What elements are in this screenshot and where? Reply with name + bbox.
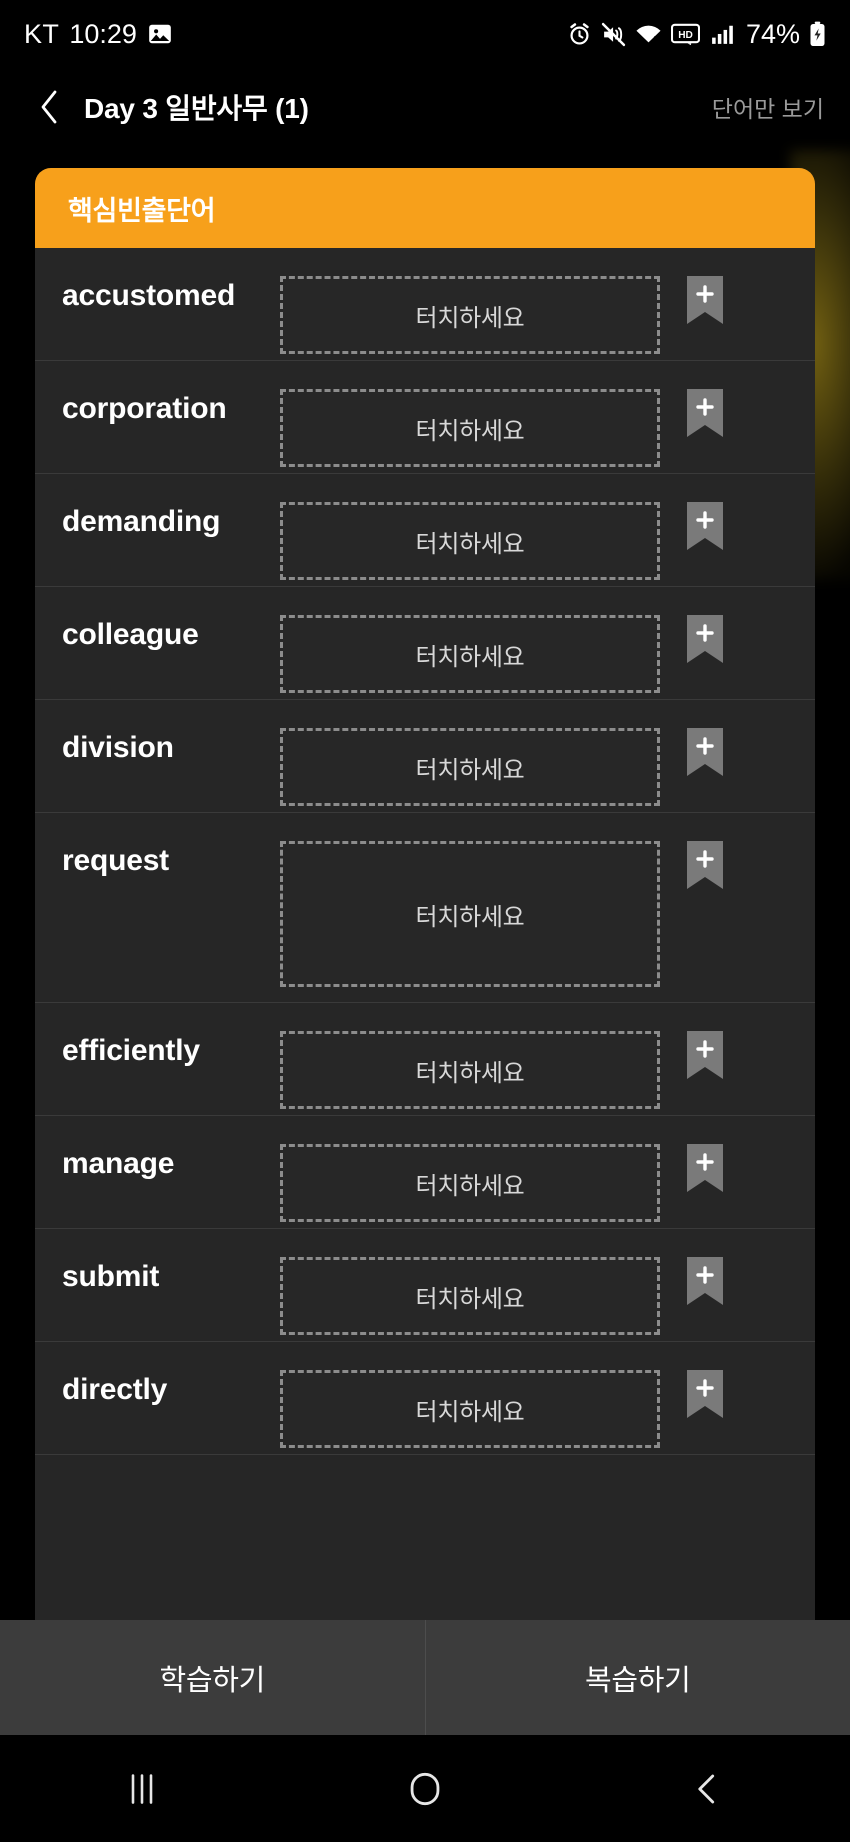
bookmark-add-icon[interactable]	[687, 502, 723, 550]
reveal-hint-label: 터치하세요	[415, 417, 525, 445]
reveal-meaning-box[interactable]: 터치하세요	[280, 841, 660, 987]
word-label: accustomed	[62, 279, 236, 312]
table-row: colleague 터치하세요	[35, 587, 815, 700]
reveal-hint-label: 터치하세요	[415, 304, 525, 332]
table-row: corporation 터치하세요	[35, 361, 815, 474]
status-bar-left: KT 10:29	[24, 19, 173, 50]
reveal-meaning-box[interactable]: 터치하세요	[280, 615, 660, 693]
table-row: manage 터치하세요	[35, 1116, 815, 1229]
word-label: request	[62, 844, 169, 877]
status-bar-right: HD 74%	[567, 19, 826, 50]
bookmark-add-icon[interactable]	[687, 841, 723, 889]
word-label: efficiently	[62, 1034, 200, 1067]
cellular-signal-icon	[709, 22, 735, 47]
reveal-hint-label: 터치하세요	[415, 1285, 525, 1313]
word-label: directly	[62, 1373, 168, 1406]
word-list-card: 핵심빈출단어 accustomed 터치하세요 corporation 터치하세요 de…	[35, 168, 815, 1620]
bookmark-add-icon[interactable]	[687, 1257, 723, 1305]
status-bar: KT 10:29 HD 74%	[0, 0, 850, 68]
back-icon[interactable]	[567, 1735, 850, 1842]
bookmark-add-icon[interactable]	[687, 1144, 723, 1192]
word-label: submit	[62, 1260, 160, 1293]
battery-charging-icon	[809, 21, 826, 47]
reveal-meaning-box[interactable]: 터치하세요	[280, 502, 660, 580]
table-row: request 터치하세요	[35, 813, 815, 1003]
table-row: accustomed 터치하세요	[35, 248, 815, 361]
word-list: accustomed 터치하세요 corporation 터치하세요 demanding…	[35, 248, 815, 1455]
word-label: division	[62, 731, 174, 764]
card-banner-title: 핵심빈출단어	[68, 195, 216, 226]
bookmark-add-icon[interactable]	[687, 1370, 723, 1418]
bookmark-add-icon[interactable]	[687, 1031, 723, 1079]
table-row: directly 터치하세요	[35, 1342, 815, 1455]
volume-mute-icon	[601, 22, 626, 47]
reveal-hint-label: 터치하세요	[415, 530, 525, 558]
bookmark-add-icon[interactable]	[687, 389, 723, 437]
home-icon[interactable]	[283, 1735, 566, 1842]
table-row: division 터치하세요	[35, 700, 815, 813]
reveal-hint-label: 터치하세요	[415, 756, 525, 784]
reveal-hint-label: 터치하세요	[415, 1398, 525, 1426]
table-row: submit 터치하세요	[35, 1229, 815, 1342]
svg-text:HD: HD	[678, 29, 693, 40]
battery-percent-label: 74%	[745, 18, 800, 49]
hd-icon: HD	[670, 23, 700, 46]
reveal-hint-label: 터치하세요	[415, 643, 525, 671]
reveal-hint-label: 터치하세요	[415, 1172, 525, 1200]
carrier-label: KT	[24, 18, 60, 49]
bookmark-add-icon[interactable]	[687, 615, 723, 663]
reveal-meaning-box[interactable]: 터치하세요	[280, 728, 660, 806]
app-header: Day 3 일반사무 (1) 단어만 보기	[0, 68, 850, 146]
bookmark-add-icon[interactable]	[687, 728, 723, 776]
word-label: manage	[62, 1147, 175, 1180]
page-title: Day 3 일반사무 (1)	[84, 93, 309, 124]
reveal-meaning-box[interactable]: 터치하세요	[280, 1257, 660, 1335]
wifi-icon	[635, 22, 662, 47]
reveal-meaning-box[interactable]: 터치하세요	[280, 1144, 660, 1222]
word-label: corporation	[62, 392, 227, 425]
reveal-hint-label: 터치하세요	[415, 903, 525, 931]
reveal-meaning-box[interactable]: 터치하세요	[280, 1031, 660, 1109]
clock-label: 10:29	[69, 18, 137, 49]
review-button[interactable]: 복습하기	[426, 1620, 850, 1735]
alarm-icon	[567, 22, 592, 47]
card-banner: 핵심빈출단어	[35, 168, 815, 248]
table-row: demanding 터치하세요	[35, 474, 815, 587]
photo-icon	[147, 21, 173, 47]
word-label: demanding	[62, 505, 221, 538]
reveal-meaning-box[interactable]: 터치하세요	[280, 389, 660, 467]
reveal-hint-label: 터치하세요	[415, 1059, 525, 1087]
recents-icon[interactable]	[0, 1735, 283, 1842]
word-label: colleague	[62, 618, 199, 651]
words-only-view-button[interactable]: 단어만 보기	[712, 90, 824, 124]
bookmark-add-icon[interactable]	[687, 276, 723, 324]
back-chevron-icon[interactable]	[30, 87, 70, 127]
reveal-meaning-box[interactable]: 터치하세요	[280, 276, 660, 354]
reveal-meaning-box[interactable]: 터치하세요	[280, 1370, 660, 1448]
study-button[interactable]: 학습하기	[0, 1620, 425, 1735]
android-nav-bar	[0, 1735, 850, 1842]
table-row: efficiently 터치하세요	[35, 1003, 815, 1116]
bottom-action-bar: 학습하기 복습하기	[0, 1620, 850, 1735]
